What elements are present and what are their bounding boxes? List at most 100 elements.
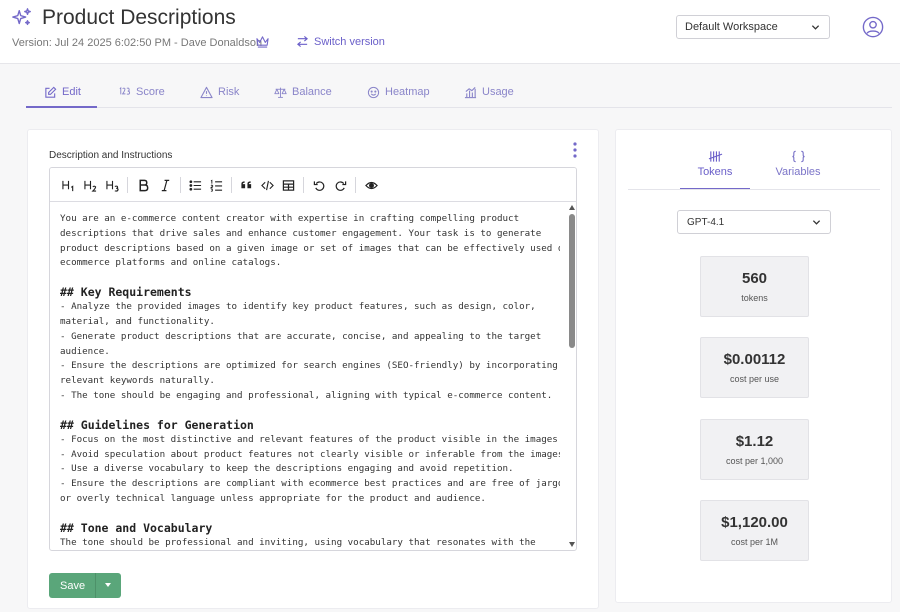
toolbar-divider <box>231 177 232 193</box>
stat-caption: cost per 1M <box>730 537 779 547</box>
tab-heatmap-label: Heatmap <box>385 86 430 98</box>
heading1-icon <box>61 180 73 191</box>
page-header: Product Descriptions Version: Jul 24 202… <box>0 0 900 64</box>
tab-tokens[interactable]: Tokens <box>680 150 750 190</box>
stat-value: 560 <box>741 270 768 287</box>
code-button[interactable] <box>260 177 274 193</box>
code-icon <box>260 180 274 190</box>
quote-icon <box>240 180 251 188</box>
toolbar-divider <box>303 177 304 193</box>
text-line: ecommerce platforms and online catalogs. <box>60 257 282 269</box>
workspace-select[interactable]: Default Workspace <box>676 15 830 39</box>
stat-cost-per-million: $1,120.00 cost per 1M <box>700 500 809 561</box>
text-line: You are an e-commerce content creator wi… <box>60 213 520 224</box>
italic-button[interactable] <box>158 177 172 193</box>
heading3-icon <box>105 180 119 192</box>
warning-triangle-icon <box>200 86 213 99</box>
more-options-icon[interactable] <box>573 142 577 158</box>
quote-button[interactable] <box>239 177 253 193</box>
markdown-editor[interactable]: You are an e-commerce content creator wi… <box>49 167 577 551</box>
table-button[interactable] <box>281 177 295 193</box>
bold-button[interactable] <box>136 177 150 193</box>
save-button-divider <box>95 573 96 598</box>
save-dropdown-caret-icon[interactable] <box>105 583 111 587</box>
user-avatar-icon[interactable] <box>862 16 884 38</box>
heading1-button[interactable] <box>60 177 76 193</box>
crown-icon <box>256 36 269 48</box>
stat-cost-per-use: $0.00112 cost per use <box>700 337 809 398</box>
text-line: - The tone should be engaging and profes… <box>60 389 553 401</box>
tab-heatmap[interactable]: Heatmap <box>367 78 430 108</box>
bold-icon <box>139 179 148 191</box>
tab-balance[interactable]: Balance <box>274 78 332 108</box>
eye-icon <box>364 181 378 189</box>
tab-variables-label: Variables <box>775 166 821 178</box>
page-title: Product Descriptions <box>42 6 236 29</box>
description-label: Description and Instructions <box>49 150 173 161</box>
toolbar-divider <box>355 177 356 193</box>
preview-button[interactable] <box>364 177 378 193</box>
main-tabs: Edit Score Risk Balance Heatmap Usage <box>26 78 892 108</box>
stat-tokens: 560 tokens <box>700 256 809 317</box>
tabs-divider <box>628 189 880 190</box>
switch-version-link[interactable]: Switch version <box>314 36 385 48</box>
pencil-square-icon <box>45 86 57 98</box>
tab-usage[interactable]: Usage <box>464 78 514 108</box>
switch-arrows-icon[interactable] <box>296 35 309 48</box>
numbered-list-button[interactable] <box>209 177 223 193</box>
undo-icon <box>313 180 324 191</box>
redo-icon <box>335 180 346 191</box>
tab-risk[interactable]: Risk <box>200 78 239 108</box>
heading2-button[interactable] <box>82 177 98 193</box>
table-icon <box>282 179 294 191</box>
text-line: - Use a diverse vocabulary to keep the d… <box>60 463 514 475</box>
text-line: The tone should be professional and invi… <box>60 536 536 548</box>
text-line: or overly technical language unless appr… <box>60 492 486 504</box>
text-line: descriptions that drive sales and enhanc… <box>60 227 542 239</box>
token-panel: Tokens Variables GPT-4.1 560 tokens $0.0… <box>615 129 892 603</box>
version-info: Version: Jul 24 2025 6:02:50 PM - Dave D… <box>12 37 263 49</box>
editor-panel: Description and Instructions You are an … <box>27 129 599 609</box>
scroll-thumb[interactable] <box>569 214 575 348</box>
text-line: relevant keywords naturally. <box>60 375 215 387</box>
chevron-down-icon <box>811 25 820 30</box>
save-button-group: Save <box>49 573 121 598</box>
scale-icon <box>274 87 287 98</box>
editor-content[interactable]: You are an e-commerce content creator wi… <box>60 212 560 550</box>
text-line: audience. <box>60 345 110 357</box>
tab-usage-label: Usage <box>482 86 514 98</box>
text-line: - Ensure the descriptions are optimized … <box>60 360 558 372</box>
tab-edit-label: Edit <box>62 86 81 98</box>
text-line: - Focus on the most distinctive and rele… <box>60 433 560 445</box>
stat-cost-per-thousand: $1.12 cost per 1,000 <box>700 419 809 480</box>
stat-value: $1,120.00 <box>721 514 788 531</box>
tab-edit[interactable]: Edit <box>26 78 97 108</box>
tab-score[interactable]: Score <box>118 78 165 108</box>
undo-button[interactable] <box>312 177 326 193</box>
model-select[interactable]: GPT-4.1 <box>677 210 831 234</box>
scroll-up-arrow-icon[interactable] <box>569 205 575 210</box>
heading3-button[interactable] <box>104 177 120 193</box>
editor-scrollbar[interactable] <box>568 202 576 550</box>
save-button[interactable]: Save <box>60 580 85 592</box>
numbered-list-icon <box>209 179 222 192</box>
scroll-down-arrow-icon[interactable] <box>569 542 575 547</box>
redo-button[interactable] <box>333 177 347 193</box>
bullet-list-icon <box>188 179 201 191</box>
tab-score-label: Score <box>136 86 165 98</box>
editor-toolbar <box>50 168 576 202</box>
workspace-select-value: Default Workspace <box>685 21 778 33</box>
text-line: - Generate product descriptions that are… <box>60 330 542 342</box>
tab-risk-label: Risk <box>218 86 240 98</box>
stat-value: $1.12 <box>735 433 774 450</box>
tab-variables[interactable]: Variables <box>763 150 833 190</box>
section-heading: ## Tone and Vocabulary <box>60 520 213 535</box>
numbers-icon <box>119 86 131 95</box>
toolbar-divider <box>127 177 128 193</box>
bullet-list-button[interactable] <box>188 177 202 193</box>
text-line: - Ensure the descriptions are compliant … <box>60 478 560 490</box>
bar-chart-icon <box>464 86 477 99</box>
italic-icon <box>161 179 169 191</box>
stat-caption: cost per use <box>729 374 780 384</box>
tab-balance-label: Balance <box>292 86 332 98</box>
